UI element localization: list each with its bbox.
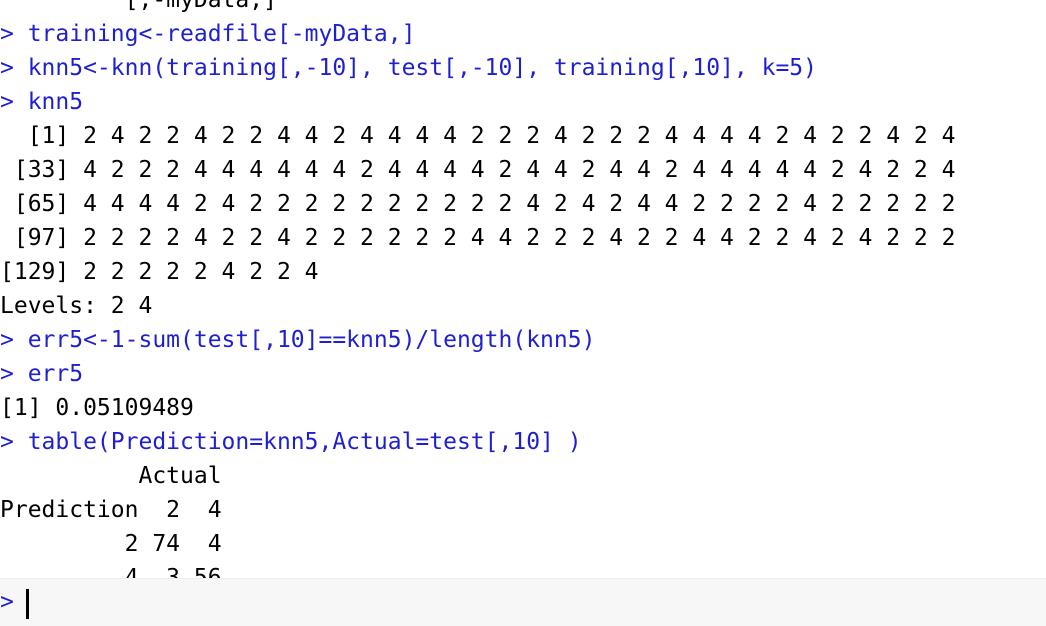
console-line: Prediction 2 4 <box>0 497 222 523</box>
console-input[interactable]: > <box>0 578 1046 626</box>
console-line: Actual <box>0 463 222 489</box>
r-console[interactable]: [,-myData,] > training<-readfile[-myData… <box>0 0 1046 626</box>
console-line: [,-myData,] <box>0 0 277 13</box>
console-line: [65] 4 4 4 4 2 4 2 2 2 2 2 2 2 2 2 2 4 2… <box>0 191 956 217</box>
console-command-line: > err5<-1-sum(test[,10]==knn5)/length(kn… <box>0 327 596 353</box>
console-output: [,-myData,] > training<-readfile[-myData… <box>0 0 955 595</box>
console-line: [97] 2 2 2 2 4 2 2 4 2 2 2 2 2 2 4 4 2 2… <box>0 225 956 251</box>
console-command-line: > knn5<-knn(training[,-10], test[,-10], … <box>0 55 817 81</box>
console-line: [33] 4 2 2 2 4 4 4 4 4 4 2 4 4 4 4 2 4 4… <box>0 157 956 183</box>
console-command-line: > err5 <box>0 361 84 387</box>
console-line: [1] 2 4 2 2 4 2 2 4 4 2 4 4 4 4 2 2 2 4 … <box>0 123 956 149</box>
console-line: [129] 2 2 2 2 2 4 2 2 4 <box>0 259 319 285</box>
prompt-symbol: > <box>0 589 14 615</box>
console-line: Levels: 2 4 <box>0 293 153 319</box>
console-line: [1] 0.05109489 <box>0 395 194 421</box>
console-line: 2 74 4 <box>0 531 222 557</box>
console-command-line: > table(Prediction=knn5,Actual=test[,10]… <box>0 429 582 455</box>
console-command-line: > knn5 <box>0 89 84 115</box>
console-command-line: > training<-readfile[-myData,] <box>0 21 416 47</box>
text-cursor <box>26 589 29 619</box>
